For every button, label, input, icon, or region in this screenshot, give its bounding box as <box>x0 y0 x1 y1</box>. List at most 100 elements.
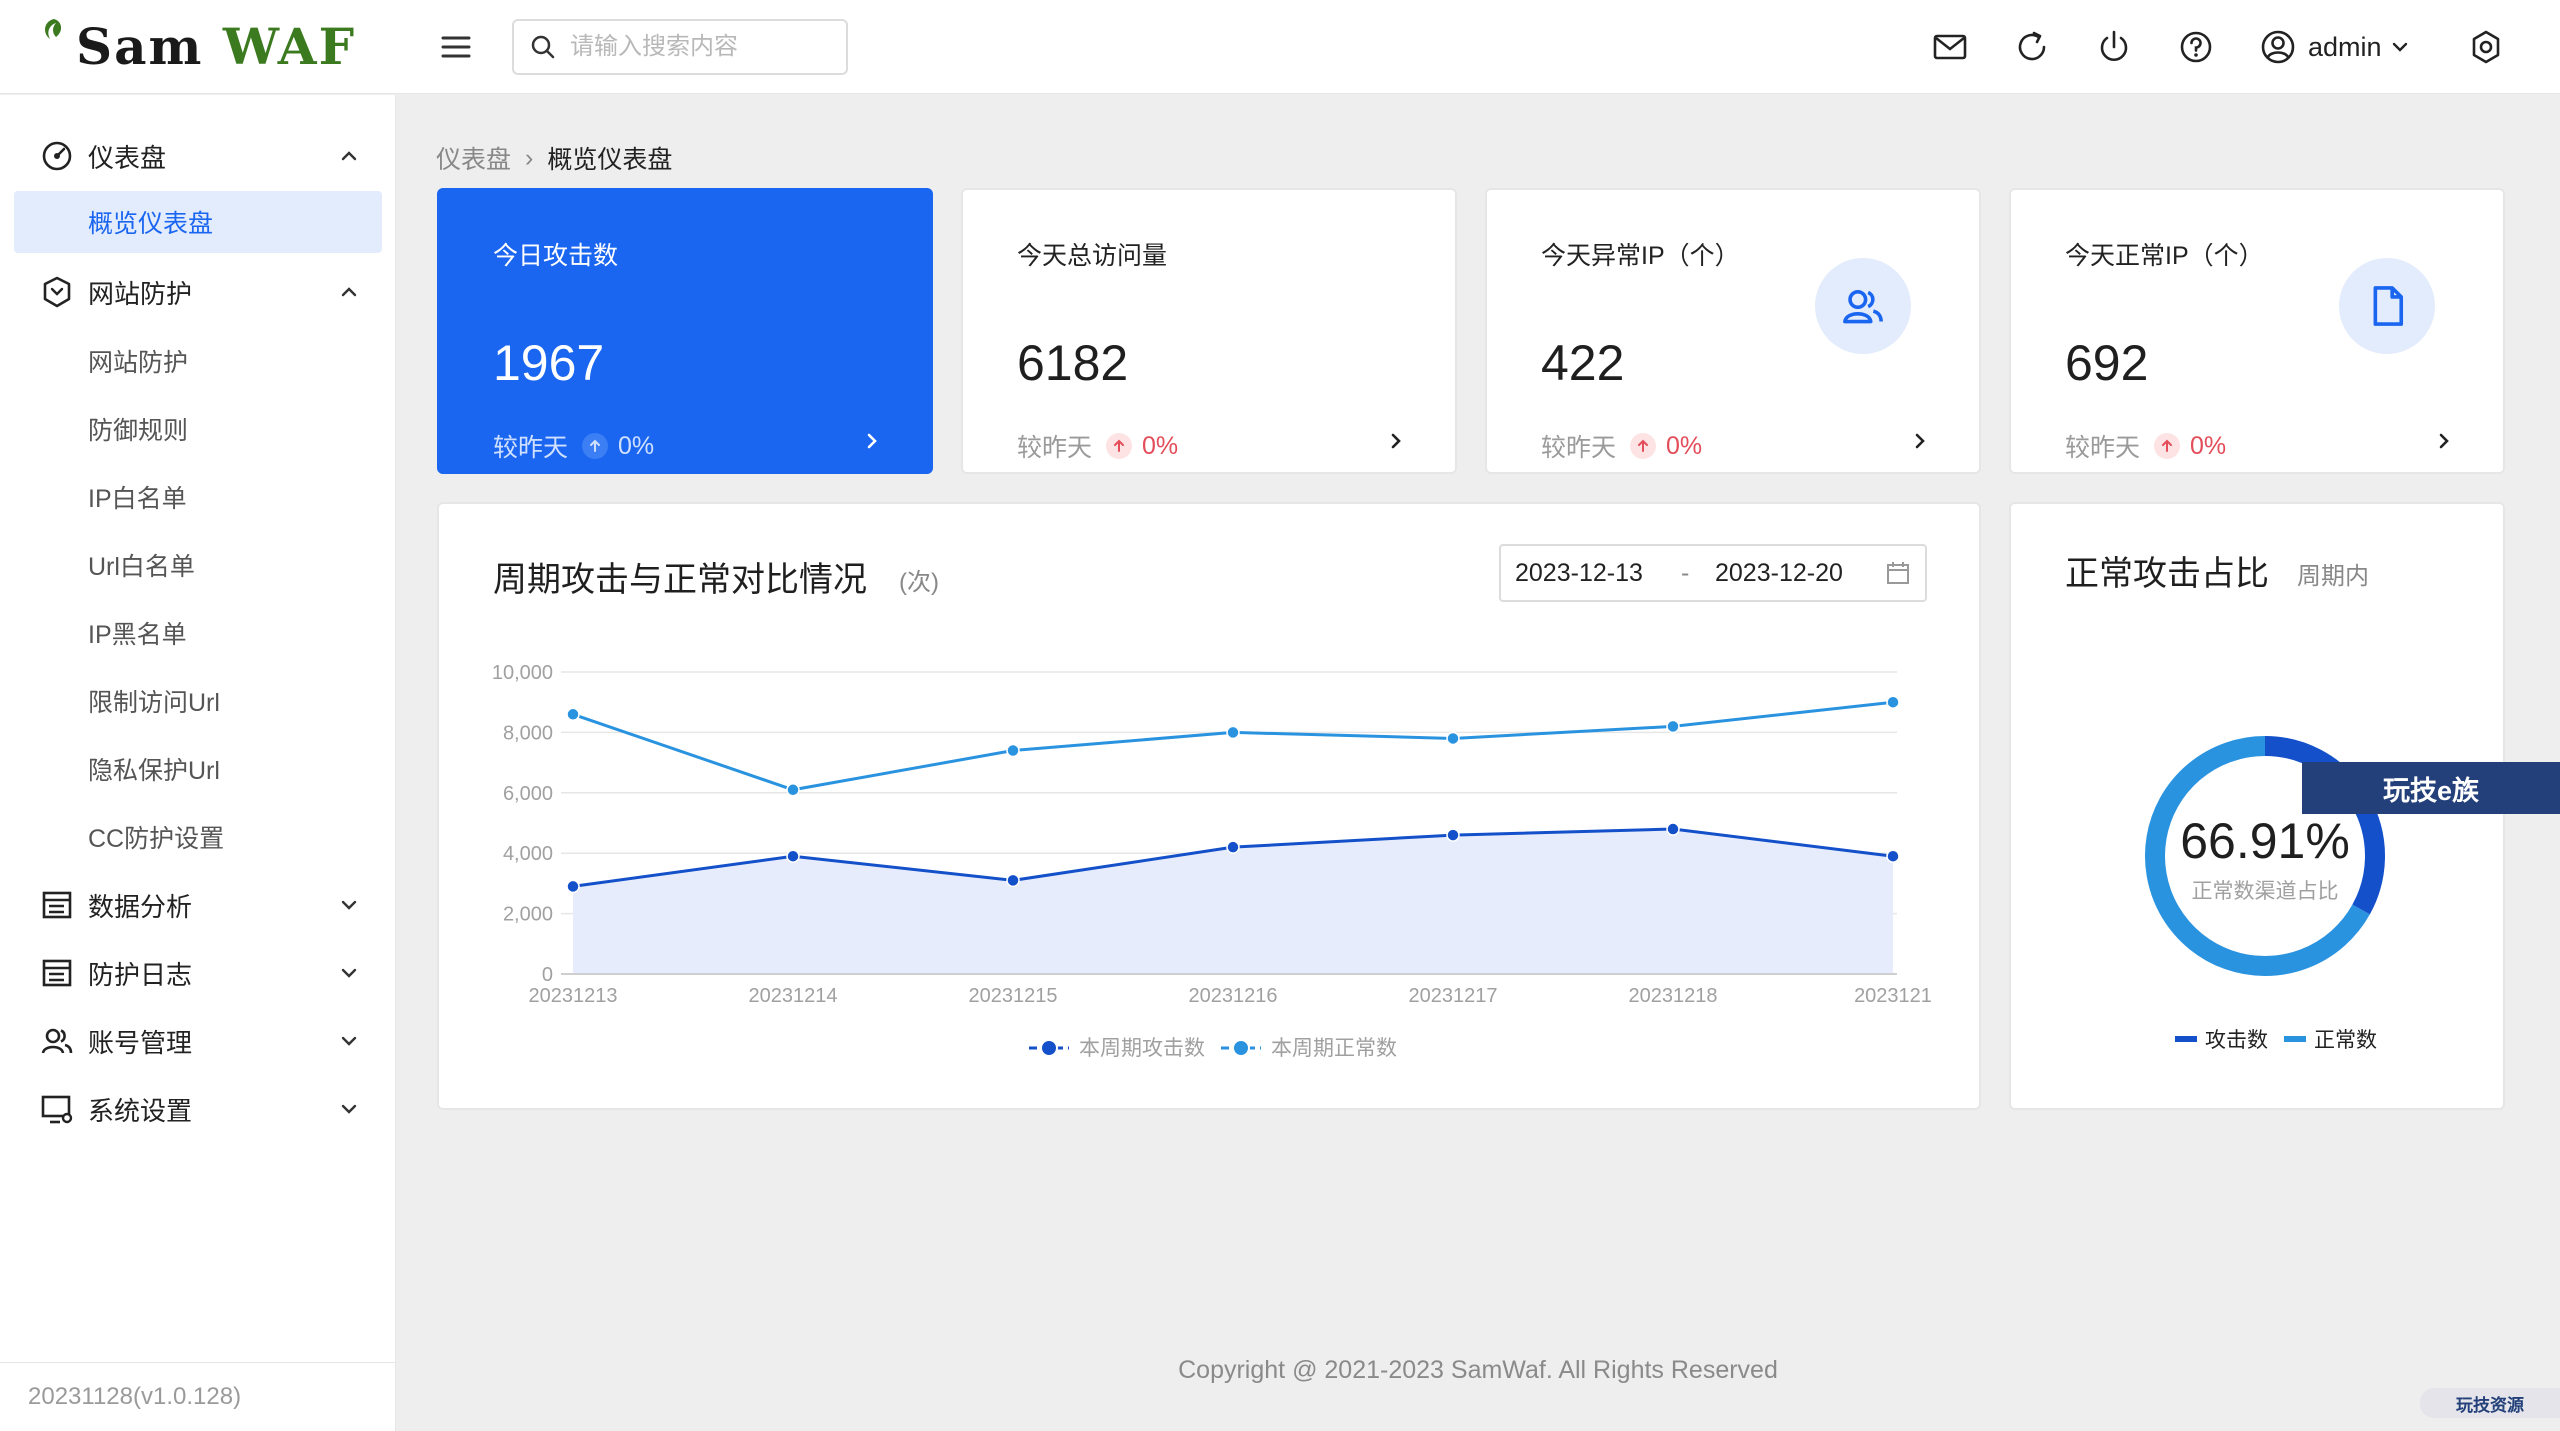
data-point[interactable] <box>1006 743 1020 758</box>
y-tick-label: 0 <box>542 964 553 986</box>
users-icon <box>41 1028 73 1054</box>
data-point[interactable] <box>1006 873 1020 888</box>
compare-label: 较昨天 <box>1017 434 1093 462</box>
menu-icon[interactable] <box>436 27 476 67</box>
file-icon <box>2339 258 2435 354</box>
sidebar: 仪表盘 概览仪表盘 网站防护 网站防护 防御规则 IP白名单 Url白名单 IP… <box>0 95 396 1431</box>
sidebar-item-cc-protection[interactable]: CC防护设置 <box>0 806 396 868</box>
chevron-up-icon <box>341 151 357 161</box>
legend-item-attack[interactable]: 攻击数 <box>2175 1024 2268 1054</box>
data-point[interactable] <box>1886 849 1900 863</box>
data-point[interactable] <box>1226 840 1240 854</box>
y-tick-label: 8,000 <box>503 722 553 744</box>
chevron-right-icon[interactable] <box>857 426 887 456</box>
data-point[interactable] <box>1226 725 1240 740</box>
chevron-right-icon: › <box>525 143 534 172</box>
sidebar-item-accounts[interactable]: 账号管理 <box>0 1010 396 1072</box>
legend-label: 正常数 <box>2314 1029 2377 1052</box>
chevron-down-icon <box>2392 42 2407 52</box>
data-point[interactable] <box>566 879 580 894</box>
data-point[interactable] <box>1666 822 1680 836</box>
card-title: 今天正常IP（个） <box>2065 242 2264 270</box>
legend-swatch <box>2284 1036 2306 1042</box>
username: admin <box>2308 31 2382 62</box>
sidebar-item-system-settings[interactable]: 系统设置 <box>0 1078 396 1140</box>
legend-label: 攻击数 <box>2205 1029 2268 1052</box>
monitor-settings-icon <box>41 1095 73 1124</box>
data-point[interactable] <box>786 783 800 797</box>
card-compare: 较昨天 0% <box>2065 428 2226 464</box>
user-menu[interactable]: admin <box>2260 24 2410 70</box>
sidebar-item-privacy-url[interactable]: 隐私保护Url <box>0 738 396 800</box>
trend-panel: 周期攻击与正常对比情况 (次) 2023-12-13 - 2023-12-20 … <box>437 502 1981 1110</box>
sidebar-item-label: IP白名单 <box>88 485 187 513</box>
sidebar-item-dashboard[interactable]: 仪表盘 <box>0 125 396 187</box>
x-tick-label: 20231218 <box>1629 985 1718 1007</box>
data-point[interactable] <box>1886 695 1900 709</box>
version-bar: 20231128(v1.0.128) <box>0 1362 396 1431</box>
chevron-right-icon[interactable] <box>2429 426 2459 456</box>
card-compare: 较昨天 0% <box>1541 428 1702 464</box>
sidebar-item-url-whitelist[interactable]: Url白名单 <box>0 534 396 596</box>
sidebar-item-defense-rules[interactable]: 防御规则 <box>0 398 396 460</box>
sidebar-item-ip-whitelist[interactable]: IP白名单 <box>0 466 396 528</box>
mail-icon[interactable] <box>1930 27 1970 67</box>
search-box[interactable] <box>512 19 848 75</box>
top-header: Sam WAF admin <box>0 0 2560 94</box>
data-point[interactable] <box>566 707 580 722</box>
version-text: 20231128(v1.0.128) <box>28 1383 242 1410</box>
refresh-icon[interactable] <box>2012 27 2052 67</box>
help-icon[interactable] <box>2176 27 2216 67</box>
sidebar-item-ip-blacklist[interactable]: IP黑名单 <box>0 602 396 664</box>
sidebar-item-data-analysis[interactable]: 数据分析 <box>0 874 396 936</box>
data-point[interactable] <box>1666 719 1680 734</box>
sidebar-item-protection-logs[interactable]: 防护日志 <box>0 942 396 1004</box>
data-point[interactable] <box>786 849 800 863</box>
compare-percent: 0% <box>618 431 655 460</box>
sidebar-item-label: 限制访问Url <box>88 689 220 717</box>
compare-label: 较昨天 <box>2065 434 2141 462</box>
card-value: 422 <box>1541 335 1625 391</box>
sidebar-item-site-protection[interactable]: 网站防护 <box>0 330 396 392</box>
breadcrumb-current: 概览仪表盘 <box>547 146 673 174</box>
legend-marker[interactable] <box>1040 1039 1058 1057</box>
search-input[interactable] <box>570 33 830 61</box>
leaf-icon <box>45 19 62 39</box>
power-icon[interactable] <box>2094 27 2134 67</box>
arrow-up-icon <box>582 433 609 459</box>
stat-card-visits: 今天总访问量 6182 较昨天 0% <box>961 188 1457 474</box>
sidebar-item-overview[interactable]: 概览仪表盘 <box>14 191 382 253</box>
chevron-down-icon <box>341 1104 357 1114</box>
sidebar-item-label: 隐私保护Url <box>88 757 220 785</box>
legend-item-normal[interactable]: 正常数 <box>2284 1024 2377 1054</box>
legend-label[interactable]: 本周期正常数 <box>1271 1037 1397 1060</box>
chevron-right-icon[interactable] <box>1905 426 1935 456</box>
chevron-right-icon[interactable] <box>1381 426 1411 456</box>
legend-label[interactable]: 本周期攻击数 <box>1079 1037 1205 1060</box>
y-tick-label: 2,000 <box>503 904 553 926</box>
dashboard-icon <box>42 141 72 171</box>
x-tick-label: 20231215 <box>969 985 1058 1007</box>
line-chart: 0 2,000 4,000 6,000 8,000 10,000 20231213 20231… <box>492 662 1932 1060</box>
data-point[interactable] <box>1446 731 1460 746</box>
logo[interactable]: Sam WAF <box>40 14 356 78</box>
sidebar-item-restricted-url[interactable]: 限制访问Url <box>0 670 396 732</box>
data-point[interactable] <box>1446 828 1460 842</box>
footer-copyright: Copyright @ 2021-2023 SamWaf. All Rights… <box>1178 1356 1778 1384</box>
card-compare: 较昨天 0% <box>493 428 654 464</box>
sidebar-item-label: 概览仪表盘 <box>88 210 214 238</box>
sidebar-item-label: Url白名单 <box>88 553 195 581</box>
legend-marker[interactable] <box>1232 1039 1250 1057</box>
x-tick-label: 20231216 <box>1189 985 1278 1007</box>
sidebar-item-label: 网站防护 <box>88 278 193 309</box>
sidebar-item-label: 网站防护 <box>88 349 189 377</box>
chevron-down-icon <box>341 1036 357 1046</box>
sidebar-item-protection[interactable]: 网站防护 <box>0 261 396 323</box>
breadcrumb-dashboard[interactable]: 仪表盘 <box>436 140 511 176</box>
watermark-banner: 玩技e族 <box>2302 762 2560 814</box>
settings-icon[interactable] <box>2466 27 2506 67</box>
breadcrumb: 仪表盘 › 概览仪表盘 <box>436 140 672 176</box>
chevron-up-icon <box>341 287 357 297</box>
card-title: 今天总访问量 <box>1017 242 1168 270</box>
chevron-down-icon <box>341 900 357 910</box>
